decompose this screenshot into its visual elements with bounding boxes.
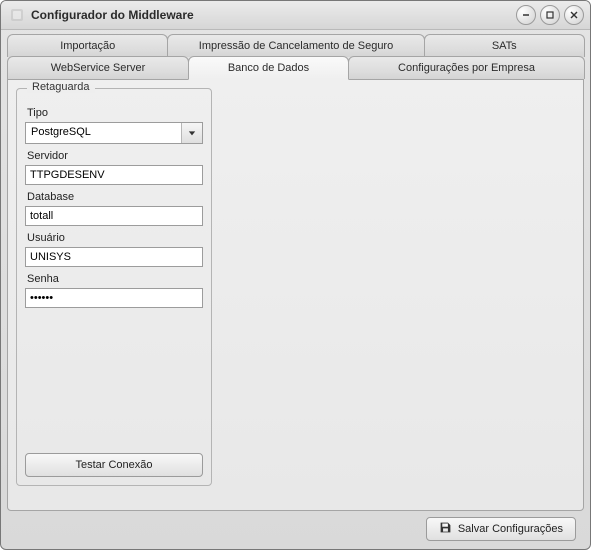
tab-banco-de-dados[interactable]: Banco de Dados: [188, 56, 349, 80]
input-senha[interactable]: [25, 288, 203, 308]
tab-label: Impressão de Cancelamento de Seguro: [199, 40, 393, 52]
button-label: Salvar Configurações: [458, 523, 563, 535]
label-usuario: Usuário: [27, 232, 201, 244]
titlebar: Configurador do Middleware: [1, 1, 590, 30]
save-config-button[interactable]: Salvar Configurações: [426, 517, 576, 541]
tab-impressao-cancelamento[interactable]: Impressão de Cancelamento de Seguro: [167, 34, 424, 57]
group-retaguarda: Retaguarda Tipo PostgreSQL Servidor Data…: [16, 88, 212, 486]
group-spacer: [25, 308, 203, 453]
label-senha: Senha: [27, 273, 201, 285]
button-label: Testar Conexão: [75, 459, 152, 471]
input-servidor[interactable]: [25, 165, 203, 185]
app-window: Configurador do Middleware Importação Im…: [0, 0, 591, 550]
input-database[interactable]: [25, 206, 203, 226]
close-button[interactable]: [564, 5, 584, 25]
window-title: Configurador do Middleware: [31, 8, 516, 22]
maximize-button[interactable]: [540, 5, 560, 25]
label-tipo: Tipo: [27, 107, 201, 119]
tab-config-empresa[interactable]: Configurações por Empresa: [348, 56, 585, 79]
label-servidor: Servidor: [27, 150, 201, 162]
footer: Salvar Configurações: [7, 511, 584, 543]
app-icon: [9, 7, 25, 23]
combo-tipo-value: PostgreSQL: [26, 123, 181, 143]
combo-tipo[interactable]: PostgreSQL: [25, 122, 203, 144]
save-icon: [439, 521, 452, 537]
tab-row-2: WebService Server Banco de Dados Configu…: [7, 56, 584, 80]
tab-label: WebService Server: [51, 62, 146, 74]
tab-label: Importação: [60, 40, 115, 52]
test-connection-button[interactable]: Testar Conexão: [25, 453, 203, 477]
group-title: Retaguarda: [27, 81, 95, 93]
tab-webservice-server[interactable]: WebService Server: [7, 56, 189, 79]
minimize-button[interactable]: [516, 5, 536, 25]
tab-label: SATs: [492, 40, 517, 52]
tab-sats[interactable]: SATs: [424, 34, 585, 57]
input-usuario[interactable]: [25, 247, 203, 267]
tab-row-1: Importação Impressão de Cancelamento de …: [7, 34, 584, 57]
window-controls: [516, 5, 584, 25]
tab-panel: Retaguarda Tipo PostgreSQL Servidor Data…: [7, 79, 584, 511]
client-area: Importação Impressão de Cancelamento de …: [1, 30, 590, 549]
chevron-down-icon[interactable]: [181, 123, 202, 143]
label-database: Database: [27, 191, 201, 203]
tab-label: Configurações por Empresa: [398, 62, 535, 74]
tab-label: Banco de Dados: [228, 62, 309, 74]
tab-importacao[interactable]: Importação: [7, 34, 168, 57]
